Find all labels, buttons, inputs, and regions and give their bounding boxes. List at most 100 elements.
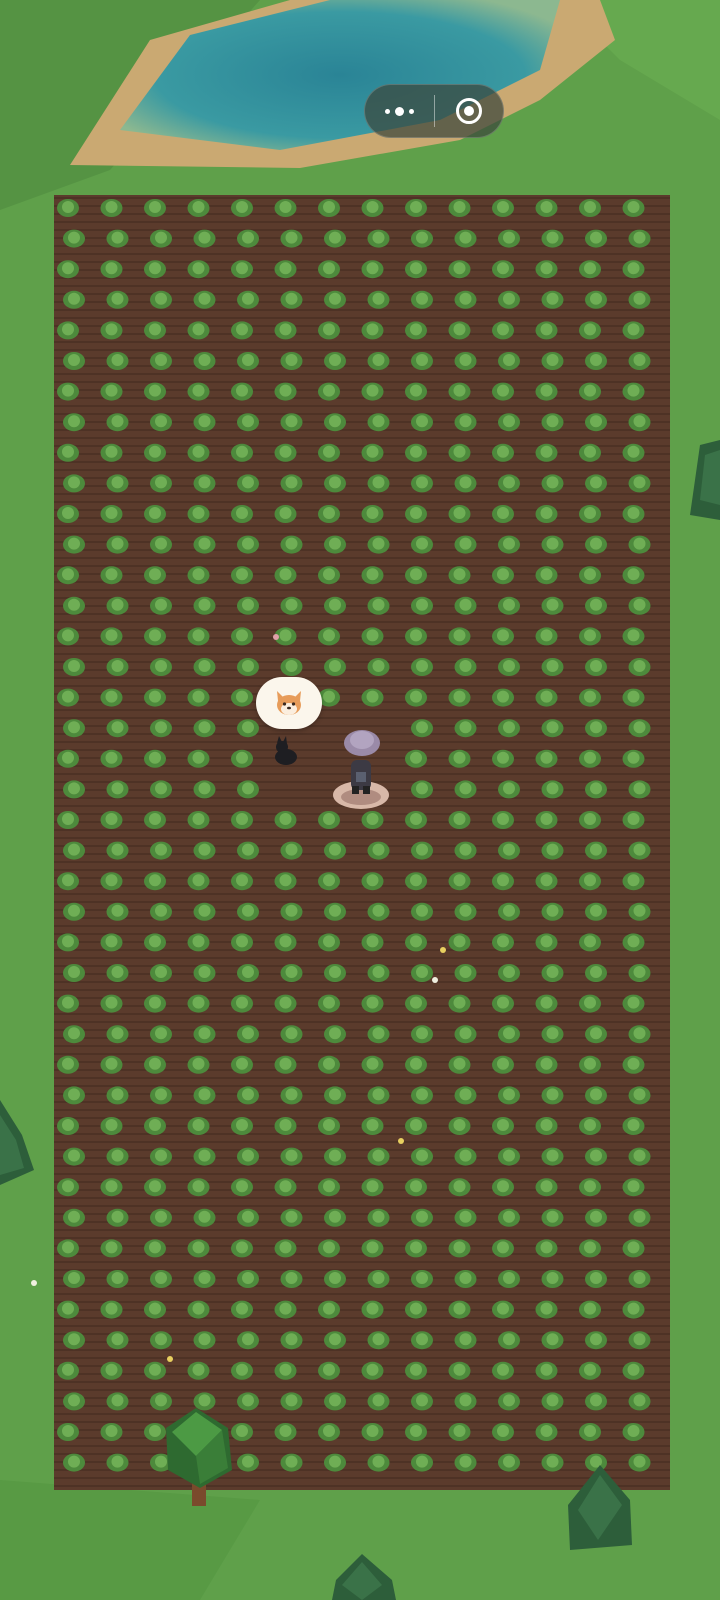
cabbage-plant bbox=[622, 688, 645, 707]
cabbage-plant bbox=[231, 1178, 253, 1197]
cabbage-plant bbox=[541, 902, 564, 921]
cabbage-plant bbox=[535, 382, 558, 401]
three-dots-icon bbox=[384, 106, 414, 116]
cabbage-plant bbox=[405, 1055, 427, 1074]
cabbage-plant bbox=[628, 596, 651, 615]
cabbage-plant bbox=[411, 413, 433, 432]
cabbage-plant bbox=[187, 1300, 210, 1319]
cabbage-plant bbox=[106, 596, 129, 615]
cabbage-plant bbox=[324, 1331, 346, 1350]
cabbage-plant bbox=[237, 413, 259, 432]
cabbage-plant bbox=[237, 535, 259, 554]
cabbage-plant bbox=[237, 780, 259, 799]
cabbage-plant bbox=[622, 1239, 645, 1258]
cabbage-plant bbox=[492, 933, 514, 952]
cabbage-plant bbox=[454, 658, 477, 676]
cabbage-plant bbox=[106, 535, 129, 554]
cabbage-plant bbox=[231, 199, 253, 217]
cabbage-plant bbox=[57, 199, 79, 217]
cabbage-plant bbox=[411, 1208, 433, 1227]
cabbage-plant bbox=[274, 1361, 297, 1380]
cabbage-plant bbox=[231, 994, 253, 1013]
cabbage-plant bbox=[150, 535, 172, 554]
close-miniprogram-button[interactable] bbox=[435, 85, 504, 137]
cabbage-plant bbox=[405, 1300, 427, 1319]
cabbage-plant bbox=[492, 872, 514, 891]
cabbage-plant bbox=[367, 229, 390, 248]
cabbage-plant bbox=[579, 1423, 601, 1441]
cabbage-plant bbox=[280, 1086, 303, 1105]
game-scene[interactable] bbox=[0, 0, 720, 1600]
flower bbox=[398, 1138, 404, 1144]
cabbage-plant bbox=[622, 321, 645, 340]
cabbage-plant bbox=[280, 902, 303, 921]
cabbage-plant bbox=[579, 872, 601, 891]
cabbage-plant bbox=[187, 872, 210, 891]
cabbage-plant bbox=[498, 474, 520, 493]
cabbage-plant bbox=[63, 719, 85, 738]
cabbage-plant bbox=[274, 1178, 297, 1197]
cabbage-plant bbox=[324, 902, 346, 921]
cabbage-plant bbox=[498, 413, 520, 432]
cabbage-plant bbox=[324, 229, 346, 248]
cabbage-plant bbox=[106, 1453, 129, 1472]
cabbage-plant bbox=[579, 1055, 601, 1074]
cabbage-plant bbox=[579, 321, 601, 340]
cabbage-plant bbox=[579, 566, 601, 585]
cabbage-plant bbox=[57, 566, 79, 585]
cabbage-plant bbox=[535, 994, 558, 1013]
cabbage-plant bbox=[100, 749, 123, 768]
more-menu-button[interactable] bbox=[365, 85, 434, 137]
cabbage-plant bbox=[448, 505, 471, 523]
cabbage-plant bbox=[318, 443, 340, 462]
cabbage-plant bbox=[498, 1025, 520, 1044]
cabbage-plant bbox=[274, 994, 297, 1013]
cabbage-plant bbox=[367, 413, 390, 432]
cabbage-plant bbox=[541, 1392, 564, 1411]
cabbage-plant bbox=[585, 1453, 607, 1472]
cabbage-plant bbox=[150, 229, 172, 248]
cabbage-plant bbox=[585, 474, 607, 493]
cabbage-plant bbox=[622, 933, 645, 952]
cabbage-plant bbox=[585, 1086, 607, 1105]
cabbage-plant bbox=[585, 413, 607, 432]
cabbage-plant bbox=[318, 627, 340, 646]
cabbage-plant bbox=[541, 290, 564, 309]
cabbage-plant bbox=[57, 1300, 79, 1319]
cabbage-plant bbox=[361, 1178, 384, 1197]
cabbage-plant bbox=[585, 780, 607, 799]
cabbage-plant bbox=[231, 811, 253, 829]
cabbage-plant bbox=[448, 1117, 471, 1135]
cabbage-plant bbox=[579, 1178, 601, 1197]
cabbage-plant bbox=[187, 321, 210, 340]
cabbage-plant bbox=[193, 474, 216, 493]
cabbage-plant bbox=[231, 872, 253, 891]
cabbage-plant bbox=[324, 658, 346, 676]
cabbage-plant bbox=[150, 780, 172, 799]
cabbage-plant bbox=[361, 688, 384, 707]
cabbage-plant bbox=[318, 1117, 340, 1135]
cabbage-plant bbox=[498, 902, 520, 921]
cabbage-plant bbox=[492, 994, 514, 1013]
cabbage-plant bbox=[144, 260, 166, 279]
cabbage-plant bbox=[535, 1117, 558, 1135]
cabbage-plant bbox=[144, 627, 166, 646]
cabbage-plant bbox=[454, 535, 477, 554]
cabbage-plant bbox=[541, 1331, 564, 1350]
cabbage-plant bbox=[622, 811, 645, 829]
cabbage-plant bbox=[448, 1423, 471, 1441]
cabbage-plant bbox=[106, 290, 129, 309]
pet-speech-bubble[interactable] bbox=[256, 677, 322, 729]
cabbage-plant bbox=[187, 627, 210, 646]
cabbage-plant bbox=[318, 260, 340, 279]
cabbage-plant bbox=[405, 1361, 427, 1380]
cabbage-plant bbox=[231, 1300, 253, 1319]
cabbage-plant bbox=[193, 596, 216, 615]
cabbage-plant bbox=[231, 688, 253, 707]
cabbage-plant bbox=[144, 321, 166, 340]
cabbage-plant bbox=[579, 382, 601, 401]
cabbage-plant bbox=[448, 1300, 471, 1319]
cabbage-plant bbox=[100, 199, 123, 217]
cabbage-plant bbox=[628, 1392, 651, 1411]
cabbage-plant bbox=[622, 872, 645, 891]
